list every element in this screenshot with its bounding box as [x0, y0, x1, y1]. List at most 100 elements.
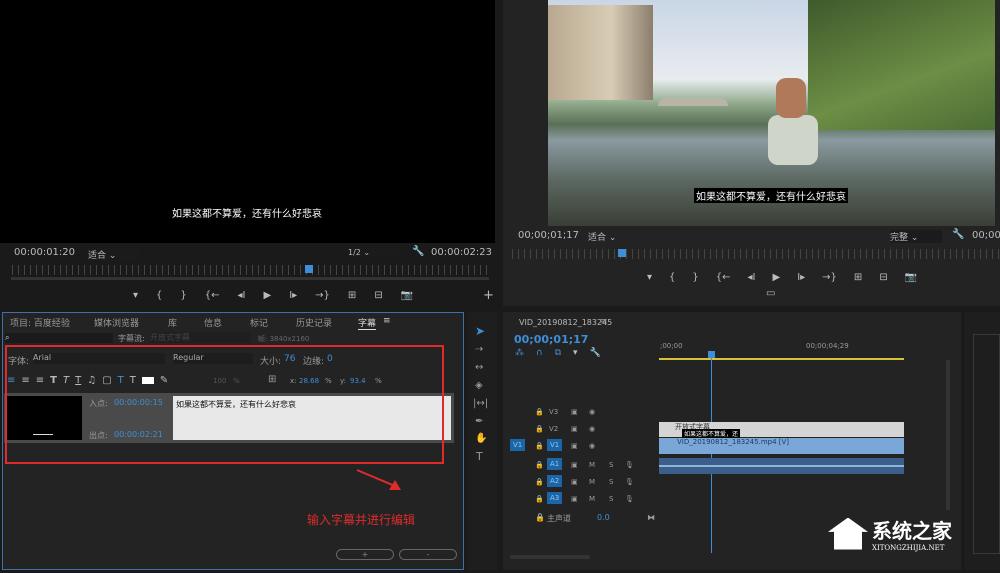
panel-menu-icon[interactable]: ≡ [383, 316, 391, 326]
eye-icon[interactable]: ◉ [589, 425, 595, 433]
go-to-end-icon[interactable]: ⧓ [647, 513, 655, 522]
program-playhead[interactable] [618, 249, 626, 257]
track-label[interactable]: A2 [547, 475, 563, 487]
timeline-settings-icon[interactable]: 🔧 [590, 348, 601, 358]
timeline-vertical-scrollbar[interactable] [946, 360, 950, 510]
marker-button[interactable]: ▾ [133, 290, 138, 301]
sync-icon[interactable]: ▣ [571, 461, 578, 469]
wrench-icon[interactable]: 🔧 [412, 246, 424, 257]
audio-clip[interactable] [659, 458, 904, 474]
mute-button[interactable]: M [589, 478, 595, 486]
mic-icon[interactable]: 🎙 [625, 478, 634, 486]
source-resolution-select[interactable]: 1/2 ⌄ [348, 248, 398, 257]
caption-stream-select[interactable]: 开放式字幕 [150, 332, 250, 343]
tab-libraries[interactable]: 库 [168, 316, 177, 329]
timeline-timecode[interactable]: 00;00;01;17 [514, 333, 588, 346]
overwrite-button[interactable]: ⊟ [374, 290, 382, 301]
solo-button[interactable]: S [609, 478, 613, 486]
track-select-tool-icon[interactable]: ⇢ [475, 344, 483, 355]
program-time-ruler[interactable] [512, 249, 1000, 259]
solo-button[interactable]: S [609, 495, 613, 503]
program-quality-select[interactable]: 完整 ⌄ [890, 230, 942, 243]
sync-icon[interactable]: ▣ [571, 408, 578, 416]
selection-tool-icon[interactable]: ➤ [475, 324, 485, 338]
extract-button[interactable]: ⊟ [879, 272, 887, 283]
solo-button[interactable]: S [609, 461, 613, 469]
pen-tool-icon[interactable]: ✒ [475, 416, 483, 427]
razor-tool-icon[interactable]: ◈ [475, 380, 483, 391]
timeline-playhead-handle[interactable] [708, 351, 715, 358]
export-frame-button[interactable]: 📷 [905, 272, 917, 283]
insert-button[interactable]: ⊞ [348, 290, 356, 301]
linked-selection-icon[interactable]: ⧉ [555, 348, 561, 358]
source-patch-v1[interactable]: V1 [510, 439, 526, 451]
sequence-tab[interactable]: VID_20190812_183245 [519, 318, 612, 327]
export-frame-button[interactable]: 📷 [401, 290, 413, 301]
sync-icon[interactable]: ▣ [571, 425, 578, 433]
lock-icon[interactable]: 🔒 [535, 425, 544, 433]
add-button-icon[interactable]: + [483, 288, 494, 303]
lock-icon[interactable]: 🔒 [535, 461, 544, 469]
source-timecode[interactable]: 00:00:01:20 [14, 247, 75, 258]
eye-icon[interactable]: ◉ [589, 442, 595, 450]
source-fit-select[interactable]: 适合 ⌄ [88, 248, 140, 261]
track-label[interactable]: V2 [549, 425, 558, 433]
step-back-button[interactable]: ◂I [238, 290, 246, 301]
hand-tool-icon[interactable]: ✋ [475, 433, 487, 444]
snap-icon[interactable]: ∩ [536, 348, 543, 358]
sync-icon[interactable]: ▣ [571, 478, 578, 486]
step-forward-button[interactable]: I▸ [289, 290, 297, 301]
go-to-in-button[interactable]: {← [205, 290, 220, 301]
tab-info[interactable]: 信息 [204, 316, 222, 329]
sync-icon[interactable]: ▣ [571, 442, 578, 450]
type-tool-icon[interactable]: T [476, 450, 483, 463]
remove-caption-button[interactable]: - [399, 549, 457, 560]
slip-tool-icon[interactable]: |↔| [473, 398, 488, 409]
mute-button[interactable]: M [589, 461, 595, 469]
mark-in-button[interactable]: { [669, 272, 675, 283]
lock-icon[interactable]: 🔒 [535, 442, 544, 450]
lock-icon[interactable]: 🔒 [535, 513, 545, 522]
play-button[interactable]: ▶ [264, 290, 272, 301]
mute-button[interactable]: M [589, 495, 595, 503]
track-label[interactable]: V1 [547, 439, 563, 451]
caption-search-input[interactable]: ⌕ [5, 333, 113, 343]
tab-history[interactable]: 历史记录 [296, 316, 332, 329]
track-label[interactable]: A1 [547, 458, 563, 470]
go-to-in-button[interactable]: {← [716, 272, 731, 283]
ripple-edit-tool-icon[interactable]: ↔ [475, 362, 483, 373]
program-timecode[interactable]: 00;00;01;17 [518, 230, 579, 241]
video-clip[interactable]: VID_20190812_183245.mp4 [V] [659, 438, 904, 454]
comparison-view-button[interactable]: ▭ [766, 288, 775, 299]
add-caption-button[interactable]: + [336, 549, 394, 560]
play-button[interactable]: ▶ [773, 272, 781, 283]
mark-out-button[interactable]: } [692, 272, 698, 283]
source-zoom-bar[interactable] [11, 277, 489, 280]
work-area-bar[interactable] [659, 358, 904, 360]
lift-button[interactable]: ⊞ [854, 272, 862, 283]
tab-media-browser[interactable]: 媒体浏览器 [94, 316, 139, 329]
step-forward-button[interactable]: I▸ [797, 272, 805, 283]
master-value[interactable]: 0.0 [597, 513, 610, 522]
step-back-button[interactable]: ◂I [748, 272, 756, 283]
track-label[interactable]: V3 [549, 408, 558, 416]
mark-in-button[interactable]: { [156, 290, 162, 301]
source-time-ruler[interactable] [12, 265, 487, 275]
timeline-zoom-scrollbar[interactable] [510, 555, 590, 559]
wrench-icon[interactable]: 🔧 [952, 229, 964, 240]
mark-out-button[interactable]: } [180, 290, 186, 301]
sync-icon[interactable]: ▣ [571, 495, 578, 503]
caption-clip[interactable]: 开放式字幕 如果这都不算爱，还 [659, 422, 904, 438]
nest-icon[interactable]: ⁂ [515, 348, 524, 358]
lock-icon[interactable]: 🔒 [535, 408, 544, 416]
source-playhead[interactable] [305, 265, 313, 273]
go-to-out-button[interactable]: →} [315, 290, 330, 301]
mic-icon[interactable]: 🎙 [625, 461, 634, 469]
tab-markers[interactable]: 标记 [250, 316, 268, 329]
tab-project[interactable]: 项目: 百度经验 [10, 316, 70, 329]
mic-icon[interactable]: 🎙 [625, 495, 634, 503]
marker-button[interactable]: ▾ [647, 272, 652, 283]
tab-captions[interactable]: 字幕 [358, 316, 377, 330]
lock-icon[interactable]: 🔒 [535, 495, 544, 503]
track-label[interactable]: A3 [547, 492, 563, 504]
